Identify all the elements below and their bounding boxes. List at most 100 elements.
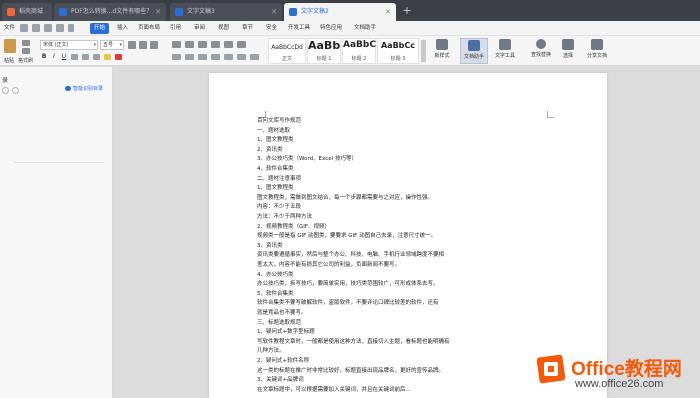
italic-icon[interactable]: I <box>50 52 58 61</box>
menu-doc-assistant[interactable]: 文档助手 <box>354 23 376 34</box>
document-line[interactable]: 视频类一般是指 GIF 动图类，要要求 GIF 动图自己去录，注意尺寸统一。 <box>257 232 436 241</box>
new-tab-button[interactable]: + <box>400 3 414 19</box>
menu-view[interactable]: 视图 <box>218 23 229 34</box>
new-style-button[interactable]: 新样式 <box>430 38 454 64</box>
clear-format-icon[interactable] <box>150 41 158 49</box>
document-line[interactable]: 在文章标题中，可以根据需要加入关键词，并且在关键词前后... <box>257 386 411 395</box>
share-doc-button[interactable]: 分享文档 <box>582 38 612 64</box>
document-line[interactable]: 百问文库写作规范 <box>257 117 301 126</box>
paste-icon[interactable] <box>4 39 16 53</box>
document-line[interactable]: 5、软件合集类 <box>257 290 294 299</box>
numbering-icon[interactable] <box>185 41 194 48</box>
document-line[interactable]: 写软件教程文章时，一般都是使用这种方法，直接切入主题，看标题也能明确有 <box>257 338 450 347</box>
shrink-font-icon[interactable] <box>139 41 147 49</box>
copy-icon[interactable] <box>22 48 30 54</box>
collapse-icon[interactable] <box>12 87 19 94</box>
styles-more-icon[interactable] <box>421 40 426 62</box>
document-line[interactable]: 2、资讯类 <box>257 146 283 155</box>
line-spacing-icon[interactable] <box>224 54 233 60</box>
document-line[interactable]: 图文教程类，需做到图文结合，每一个步骤都需要与之对应，操作性强。 <box>257 194 433 203</box>
bold-icon[interactable]: B <box>40 52 48 61</box>
cut-icon[interactable] <box>22 40 30 46</box>
document-line[interactable]: 三、标题选取规范 <box>257 319 301 328</box>
indent-increase-icon[interactable] <box>211 41 220 48</box>
menu-file[interactable]: 文件 <box>4 23 15 34</box>
close-icon[interactable]: ✕ <box>271 3 277 21</box>
more-icon[interactable] <box>68 24 74 32</box>
style-heading-3[interactable]: AaBbCc 标题 3 <box>377 38 419 64</box>
undo-icon[interactable] <box>44 24 52 32</box>
menu-review[interactable]: 审阅 <box>194 23 205 34</box>
document-line[interactable]: 2、疑问式+软件名称 <box>257 357 309 366</box>
menu-page-layout[interactable]: 页面布局 <box>138 23 160 34</box>
highlight-icon[interactable] <box>104 54 111 60</box>
document-line[interactable]: 3、资讯类 <box>257 242 283 251</box>
menu-developer[interactable]: 开发工具 <box>288 23 310 34</box>
document-line[interactable]: 软件合集类不要写破解软件，盗版软件，不要评论口碑比较差的软件，还有 <box>257 299 439 308</box>
document-line[interactable]: 方法：不少于两种方法 <box>257 213 312 222</box>
sort-icon[interactable] <box>224 41 233 48</box>
tab-pdf-article[interactable]: PDF怎么转换...d文件有哪些？ ✕ <box>54 3 166 21</box>
save-icon[interactable] <box>20 24 28 32</box>
indent-decrease-icon[interactable] <box>198 41 207 48</box>
text-tools-button[interactable]: 文字工具 <box>490 38 520 64</box>
subscript-icon[interactable] <box>93 54 100 60</box>
document-line[interactable]: 差太大，内容不能有损其它公司的利益，负面新闻不要写。 <box>257 261 400 270</box>
menu-security[interactable]: 安全 <box>266 23 277 34</box>
tab-doc2[interactable]: 文字文稿2 ✕ <box>284 3 396 21</box>
document-line[interactable]: 内容：不少于五段 <box>257 203 301 212</box>
document-line[interactable]: 二、题材注意事项 <box>257 175 301 184</box>
style-heading-1[interactable]: AaBb 标题 1 <box>307 38 341 64</box>
font-color-icon[interactable] <box>115 54 122 60</box>
align-left-icon[interactable] <box>172 54 181 60</box>
font-size-combo[interactable]: 五号 ▾ <box>100 40 124 50</box>
menu-insert[interactable]: 插入 <box>117 23 128 34</box>
strikethrough-icon[interactable] <box>71 54 78 60</box>
expand-icon[interactable] <box>2 87 9 94</box>
document-line[interactable]: 1、疑问式+数字型标题 <box>257 328 315 337</box>
tab-docer-store[interactable]: 稻壳商城 <box>2 3 52 21</box>
close-icon[interactable]: ✕ <box>155 3 161 21</box>
document-line[interactable]: 资讯类要遵循事实，然后与整个办公、科技、电脑、手机行业领域跨度不要相 <box>257 251 444 260</box>
superscript-icon[interactable] <box>82 54 89 60</box>
document-line[interactable]: 2、视频教程类（GIF、视频） <box>257 223 330 232</box>
show-marks-icon[interactable] <box>237 41 246 48</box>
close-icon[interactable]: ✕ <box>385 3 391 21</box>
redo-icon[interactable] <box>56 24 64 32</box>
document-line[interactable]: 一、题材选取 <box>257 127 290 136</box>
align-center-icon[interactable] <box>185 54 194 60</box>
doc-assistant-button[interactable]: 文档助手 <box>460 38 488 64</box>
borders-icon[interactable] <box>250 54 259 60</box>
select-button[interactable]: 选择 <box>558 38 578 64</box>
align-right-icon[interactable] <box>198 54 207 60</box>
justify-icon[interactable] <box>211 54 220 60</box>
document-line[interactable]: 3、办公技巧类（Word、Excel 技巧等） <box>257 155 357 164</box>
document-line[interactable]: 4、办公技巧类 <box>257 271 294 280</box>
menu-features[interactable]: 特色应用 <box>320 23 342 34</box>
find-replace-button[interactable]: 查找替换 <box>526 38 556 64</box>
bullets-icon[interactable] <box>172 41 181 48</box>
document-line[interactable]: 这一类的标题在推广时非常比较好，标题直接出现品牌名，更好的宣传品牌。 <box>257 367 444 376</box>
document-line[interactable]: 3、关键词+品牌词 <box>257 376 304 385</box>
paste-label[interactable]: 粘贴 <box>4 57 14 64</box>
font-name-combo[interactable]: 宋体 (正文) ▾ <box>40 40 98 50</box>
underline-icon[interactable]: U <box>60 52 68 61</box>
smart-toc-button[interactable]: 智能识别目录 <box>65 85 103 92</box>
shading-icon[interactable] <box>237 54 246 60</box>
print-icon[interactable] <box>32 24 40 32</box>
style-normal[interactable]: AaBbCcDd 正文 <box>268 38 306 64</box>
document-line[interactable]: 1、图文教程类 <box>257 184 294 193</box>
format-painter-label[interactable]: 格式刷 <box>18 57 33 64</box>
document-line[interactable]: 4、软件合集类 <box>257 165 294 174</box>
menu-home[interactable]: 开始 <box>90 23 110 34</box>
style-heading-2[interactable]: AaBbC 标题 2 <box>342 38 376 64</box>
document-line[interactable]: 几种方法。 <box>257 347 285 356</box>
document-line[interactable]: 就是竞品也不要写。 <box>257 309 307 318</box>
document-line[interactable]: 1、图文教程类 <box>257 136 294 145</box>
tab-doc3[interactable]: 文字文稿3 ✕ <box>170 3 282 21</box>
menu-chapter[interactable]: 章节 <box>242 23 253 34</box>
menu-references[interactable]: 引用 <box>170 23 181 34</box>
document-page[interactable]: 百问文库写作规范 一、题材选取 1、图文教程类 2、资讯类 3、办公技巧类（Word、E… <box>209 73 607 398</box>
grow-font-icon[interactable] <box>128 41 136 49</box>
document-line[interactable]: 办公技巧类，拆写技巧，要简单实用，技巧类范围较广，可形成体系去写。 <box>257 280 439 289</box>
